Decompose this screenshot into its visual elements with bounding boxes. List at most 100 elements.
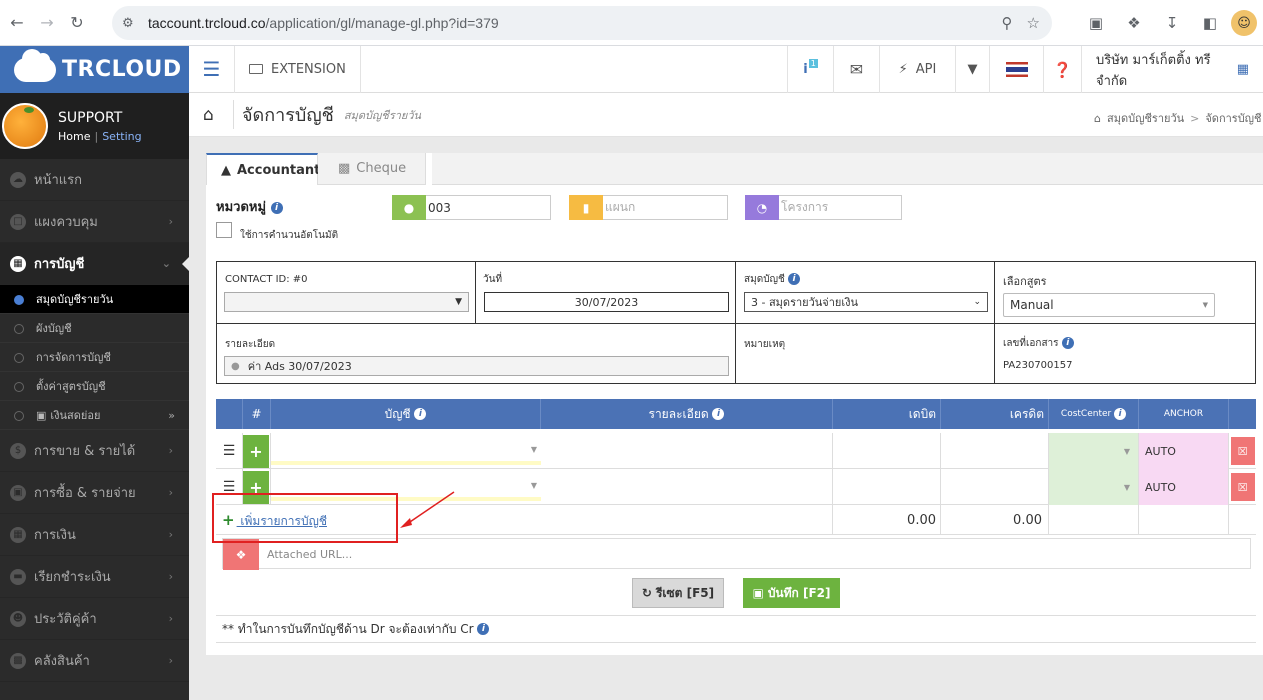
mail-button[interactable]: ✉ [833,46,879,93]
sidebar-item-purchases[interactable]: ▣ การซื้อ & รายจ่าย › [0,472,189,514]
remark-label: หมายเหตุ [744,339,786,350]
attach-url-input[interactable]: Attached URL... [267,548,352,561]
info-icon[interactable]: i [788,273,801,285]
sidebar-item-inventory[interactable]: ▩ คลังสินค้า › [0,640,189,682]
grid-header: # บัญชี i รายละเอียด i เดบิต เครดิต Cost… [216,399,1256,429]
sidebar-item-finance[interactable]: ▦ การเงิน › [0,514,189,556]
person-input[interactable]: 003 [426,195,551,220]
account-select[interactable]: ▼ [271,433,541,465]
project-input[interactable]: โครงการ [779,195,902,220]
back-icon[interactable]: ← [2,8,32,38]
info-icon[interactable]: i [1061,337,1074,349]
zoom-icon[interactable]: ⚲ [1002,14,1013,32]
info-icon[interactable]: i [414,408,427,420]
download-icon[interactable]: ↧ [1155,8,1189,38]
sidebar-subitem-account-management[interactable]: การจัดการบัญชี [0,343,189,372]
home-icon[interactable]: ⌂ [203,105,233,125]
refresh-icon: ↻ [641,586,652,600]
auto-number-checkbox[interactable] [216,222,232,238]
brand-logo[interactable]: TRCLOUD [0,46,189,93]
info-icon[interactable]: i [477,623,490,635]
thai-flag-icon [1005,62,1028,77]
balance-note: ** ทำในการบันทึกบัญชีด้าน Dr จะต้องเท่าก… [216,615,1256,643]
journal-label-text: สมุดบัญชี [744,274,785,285]
card-icon: ▬ [10,568,26,585]
col-costcenter-label: CostCenter [1060,409,1112,419]
address-bar[interactable]: ⚙ taccount.trcloud.co/application/gl/man… [112,6,1052,40]
site-info-icon[interactable]: ⚙ [122,16,142,31]
save-button[interactable]: ▣ บันทึก [F2] [743,578,840,608]
info-button[interactable]: i1 [787,46,833,93]
anchor-cell[interactable]: AUTO [1139,433,1229,469]
money-icon: ▩ [338,161,351,176]
delete-row-button[interactable]: ☒ [1230,437,1255,465]
date-input[interactable]: 30/07/2023 [484,292,729,312]
anchor-value: AUTO [1145,444,1176,458]
contact-select[interactable]: ▼ [224,292,469,312]
journal-select[interactable]: 3 - สมุดรายวันจ่ายเงิน ⌄ [744,292,988,312]
page-subtitle: สมุดบัญชีรายวัน [343,108,422,122]
sidebar-subitem-petty-cash[interactable]: ▣ เงินสดย่อย » [0,401,189,430]
sidebar-item-label: คลังสินค้า [34,654,90,669]
page-header: ⌂ จัดการบัญชี สมุดบัญชีรายวัน ⌂ สมุดบัญชี… [189,93,1263,137]
api-button[interactable]: ⚡ API [879,46,955,93]
bookmark-star-icon[interactable]: ☆ [1027,14,1040,32]
tab-accountant[interactable]: ▲ Accountant [206,153,320,185]
side-panel-icon[interactable]: ◧ [1193,8,1227,38]
sidebar-subitem-journal[interactable]: สมุดบัญชีรายวัน [0,285,189,314]
description-cell[interactable] [541,469,833,505]
sidebar-subitem-formula-settings[interactable]: ตั้งค่าสูตรบัญชี [0,372,189,401]
formula-select[interactable]: Manual ▼ [1003,293,1215,317]
extensions-puzzle-icon[interactable]: ❖ [1117,8,1151,38]
profile-avatar[interactable]: ☺ [1231,10,1257,36]
sidebar-item-accounting[interactable]: ▦ การบัญชี ⌄ [0,243,189,285]
credit-cell[interactable] [941,433,1049,469]
debit-cell[interactable] [833,469,941,505]
sidebar-item-sales[interactable]: $ การขาย & รายได้ › [0,430,189,472]
debit-cell[interactable] [833,433,941,469]
insert-row-button[interactable]: + [243,434,269,468]
home-icon[interactable]: ⌂ [1094,112,1101,125]
department-input[interactable]: แผนก [603,195,728,220]
dropdown-button[interactable]: ▼ [955,46,989,93]
costcenter-select[interactable]: ▼ [1049,469,1139,505]
reload-icon[interactable]: ↻ [62,8,92,38]
sidebar-item-home[interactable]: ☁ หน้าแรก [0,159,189,201]
avatar [2,103,48,149]
tab-cheque[interactable]: ▩ Cheque [318,153,426,185]
total-debit: 0.00 [833,505,941,535]
info-icon[interactable]: i [1114,408,1127,420]
costcenter-select[interactable]: ▼ [1049,433,1139,469]
info-icon[interactable]: i [712,408,725,420]
sidebar-subitem-chart-of-accounts[interactable]: ผังบัญชี [0,314,189,343]
sidebar-item-billing[interactable]: ▬ เรียกชำระเงิน › [0,556,189,598]
company-selector[interactable]: บริษัท มาร์เก็ตติ้ง ทรี จำกัด ▦ [1081,46,1263,93]
reset-button[interactable]: ↻ รีเซต [F5] [632,578,724,608]
language-button[interactable] [989,46,1043,93]
extension-chat-icon[interactable]: ▣ [1079,8,1113,38]
monitor-icon [249,64,263,74]
info-icon[interactable]: i [270,201,283,214]
sidebar-item-partners[interactable]: ☻ ประวัติคู่ค้า › [0,598,189,640]
dropbox-icon[interactable]: ❖ [223,539,259,570]
breadcrumb-journal[interactable]: สมุดบัญชีรายวัน [1107,112,1184,125]
total-credit: 0.00 [941,505,1049,535]
home-link[interactable]: Home [58,130,90,143]
cubes-icon: ▩ [10,652,26,669]
detail-input[interactable]: ● ค่า Ads 30/07/2023 [224,356,729,376]
sidebar-item-dashboard[interactable]: □ แผงควบคุม › [0,201,189,243]
chevron-right-icon: › [168,528,173,541]
caret-down-icon: ▼ [1202,301,1208,309]
extension-button[interactable]: EXTENSION [235,45,361,93]
menu-toggle-icon[interactable]: ☰ [189,45,235,93]
delete-row-button[interactable]: ☒ [1230,473,1255,501]
help-button[interactable]: ❓ [1043,46,1081,93]
setting-link[interactable]: Setting [102,130,141,143]
drag-handle-icon[interactable]: ☰ [223,443,236,459]
anchor-cell[interactable]: AUTO [1139,469,1229,505]
page-title: จัดการบัญชี [233,100,334,129]
description-cell[interactable] [541,433,833,469]
chevron-right-icon: › [168,444,173,457]
forward-icon[interactable]: → [32,8,62,38]
credit-cell[interactable] [941,469,1049,505]
